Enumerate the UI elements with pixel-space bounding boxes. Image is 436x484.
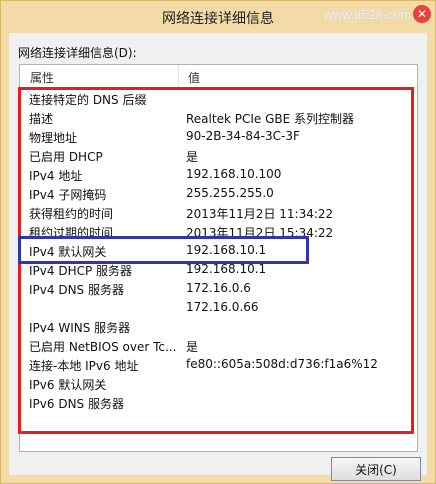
table-row[interactable]: 已启用 NetBIOS over Tc... 是	[20, 336, 417, 355]
table-row[interactable]: IPv4 DHCP 服务器 192.168.10.1	[20, 260, 417, 279]
value-cell: 90-2B-34-84-3C-3F	[186, 129, 300, 143]
details-list[interactable]: 属性 值 连接特定的 DNS 后缀 描述 Realtek PCIe GBE 系列控…	[19, 64, 418, 452]
dialog-window: 网络连接详细信息 www.it528.com ✕ 网络连接详细信息(D): 属性…	[0, 0, 436, 484]
table-row[interactable]: 获得租约的时间 2013年11月2日 11:34:22	[20, 203, 417, 222]
column-header-property[interactable]: 属性	[30, 69, 54, 86]
property-cell: IPv4 默认网关	[29, 245, 107, 259]
property-cell: IPv4 DNS 服务器	[29, 283, 124, 297]
value-cell: 172.16.0.66	[186, 300, 259, 314]
table-row[interactable]: IPv4 DNS 服务器 172.16.0.6	[20, 279, 417, 298]
property-cell: IPv6 DNS 服务器	[29, 397, 124, 411]
details-label: 网络连接详细信息(D):	[18, 46, 137, 60]
table-row[interactable]: 租约过期的时间 2013年11月2日 15:34:22	[20, 222, 417, 241]
close-button[interactable]: 关闭(C)	[331, 457, 421, 481]
table-row[interactable]: 连接-本地 IPv6 地址 fe80::605a:508d:d736:f1a6%1…	[20, 355, 417, 374]
close-icon[interactable]: ✕	[413, 5, 431, 23]
property-cell: 描述	[29, 112, 54, 126]
value-cell: 是	[186, 340, 199, 354]
property-cell: IPv4 DHCP 服务器	[29, 264, 133, 278]
table-row[interactable]: 连接特定的 DNS 后缀	[20, 89, 417, 108]
value-cell: Realtek PCIe GBE 系列控制器	[186, 112, 355, 126]
property-cell: 获得租约的时间	[29, 207, 114, 221]
value-cell: 172.16.0.6	[186, 281, 251, 295]
table-row[interactable]: IPv4 子网掩码 255.255.255.0	[20, 184, 417, 203]
column-header-value[interactable]: 值	[188, 69, 200, 86]
property-cell: 租约过期的时间	[29, 226, 114, 240]
property-cell: 已启用 NetBIOS over Tc...	[29, 340, 177, 354]
property-cell: IPv6 默认网关	[29, 378, 107, 392]
value-cell: 是	[186, 150, 199, 164]
property-cell: 物理地址	[29, 131, 78, 145]
watermark-text: www.it528.com	[323, 7, 411, 22]
value-cell: 2013年11月2日 15:34:22	[186, 226, 334, 240]
column-divider[interactable]	[178, 65, 179, 87]
dialog-body: 网络连接详细信息(D): 属性 值 连接特定的 DNS 后缀 描述 Realtek…	[9, 33, 427, 475]
table-row[interactable]: 已启用 DHCP 是	[20, 146, 417, 165]
table-row[interactable]: 物理地址 90-2B-34-84-3C-3F	[20, 127, 417, 146]
value-cell: 192.168.10.1	[186, 262, 267, 276]
property-cell: 连接特定的 DNS 后缀	[29, 93, 147, 107]
title-bar[interactable]: 网络连接详细信息 www.it528.com ✕	[1, 1, 435, 33]
value-cell: 2013年11月2日 11:34:22	[186, 207, 334, 221]
property-cell: 连接-本地 IPv6 地址	[29, 359, 139, 373]
table-row[interactable]: 描述 Realtek PCIe GBE 系列控制器	[20, 108, 417, 127]
value-cell: 255.255.255.0	[186, 186, 274, 200]
table-row[interactable]: IPv4 WINS 服务器	[20, 317, 417, 336]
value-cell: 192.168.10.100	[186, 167, 282, 181]
property-cell: IPv4 WINS 服务器	[29, 321, 131, 335]
table-row[interactable]: IPv6 默认网关	[20, 374, 417, 393]
table-row[interactable]: IPv4 默认网关 192.168.10.1	[20, 241, 417, 260]
table-row[interactable]: 172.16.0.66	[20, 298, 417, 317]
table-row[interactable]: IPv6 DNS 服务器	[20, 393, 417, 412]
property-cell: IPv4 子网掩码	[29, 188, 107, 202]
list-header: 属性 值	[20, 65, 417, 88]
table-row[interactable]: IPv4 地址 192.168.10.100	[20, 165, 417, 184]
property-cell: IPv4 地址	[29, 169, 83, 183]
value-cell: 192.168.10.1	[186, 243, 267, 257]
value-cell: fe80::605a:508d:d736:f1a6%12	[186, 357, 378, 371]
property-cell: 已启用 DHCP	[29, 150, 103, 164]
